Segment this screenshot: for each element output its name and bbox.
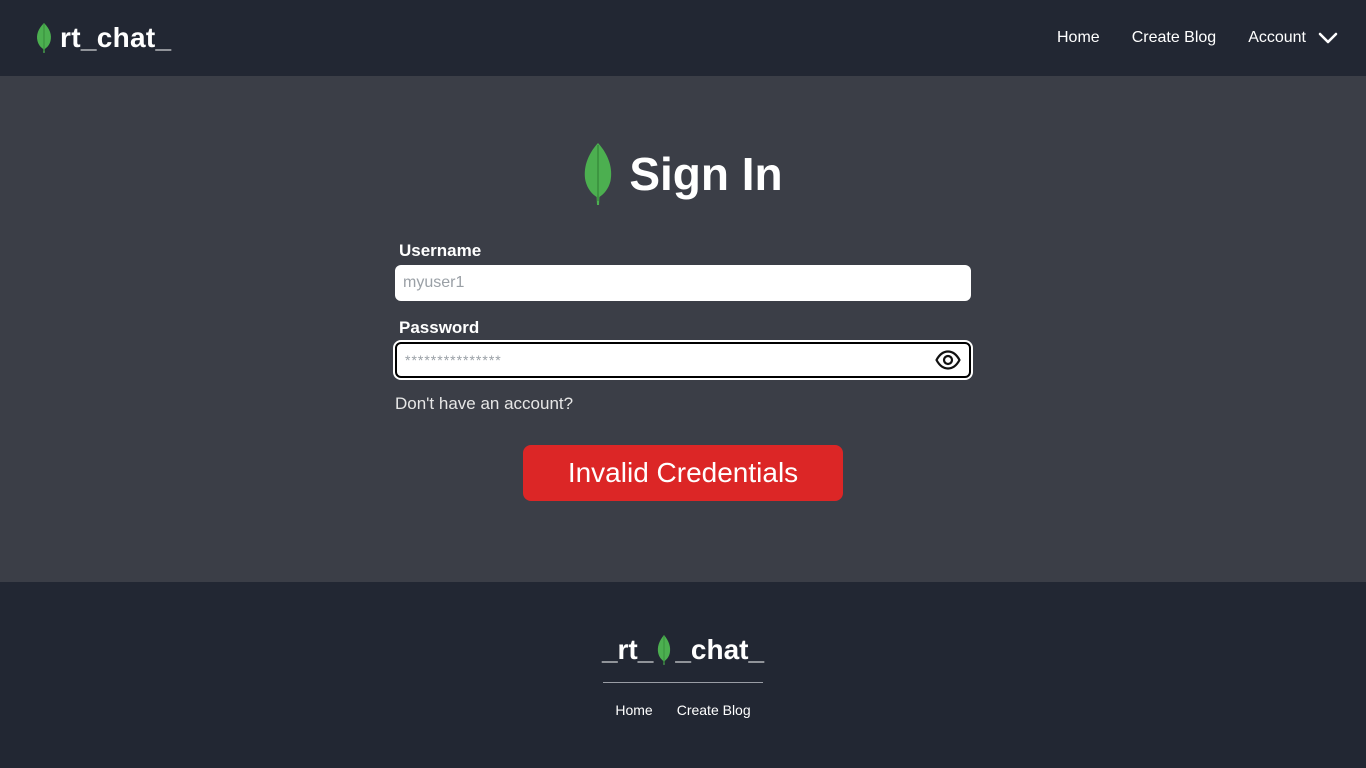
nav-account-dropdown[interactable]: Account bbox=[1248, 29, 1338, 47]
footer-links: Home Create Blog bbox=[0, 702, 1366, 720]
password-input[interactable] bbox=[395, 342, 971, 378]
footer: _rt_ _chat_ Home Create Blog bbox=[0, 582, 1366, 768]
footer-brand-right: _chat_ bbox=[675, 634, 765, 665]
brand-link[interactable]: rt_chat_ bbox=[36, 20, 171, 56]
submit-button[interactable]: Invalid Credentials bbox=[523, 445, 843, 501]
nav-home-link[interactable]: Home bbox=[1057, 29, 1100, 47]
brand-name: rt_chat_ bbox=[60, 22, 172, 53]
footer-home-link[interactable]: Home bbox=[615, 702, 652, 720]
signin-form: Username Password Don't have an account? bbox=[395, 240, 971, 414]
footer-brand: _rt_ _chat_ bbox=[0, 632, 1366, 668]
footer-create-blog-link[interactable]: Create Blog bbox=[677, 702, 751, 720]
navbar: rt_chat_ Home Create Blog Account bbox=[0, 0, 1366, 76]
username-wrap bbox=[395, 265, 971, 301]
footer-brand-left: _rt_ bbox=[601, 634, 654, 665]
signin-section: Sign In Username Password Don't have an … bbox=[0, 76, 1366, 582]
footer-divider bbox=[603, 682, 763, 683]
title-row: Sign In bbox=[0, 142, 1366, 206]
signup-link[interactable]: Don't have an account? bbox=[395, 394, 971, 414]
username-label: Username bbox=[399, 241, 482, 260]
username-input[interactable] bbox=[395, 265, 971, 301]
nav-account-label: Account bbox=[1248, 29, 1306, 46]
leaf-icon bbox=[37, 23, 51, 53]
show-password-toggle[interactable] bbox=[935, 348, 961, 372]
eye-icon bbox=[935, 350, 961, 370]
nav-links: Home Create Blog Account bbox=[1057, 0, 1338, 76]
page-title: Sign In bbox=[629, 148, 783, 200]
leaf-icon bbox=[585, 143, 612, 205]
password-label: Password bbox=[399, 318, 480, 337]
password-wrap bbox=[395, 342, 971, 378]
nav-create-blog-link[interactable]: Create Blog bbox=[1132, 29, 1217, 47]
chevron-down-icon bbox=[1318, 32, 1338, 44]
leaf-icon bbox=[658, 635, 671, 665]
